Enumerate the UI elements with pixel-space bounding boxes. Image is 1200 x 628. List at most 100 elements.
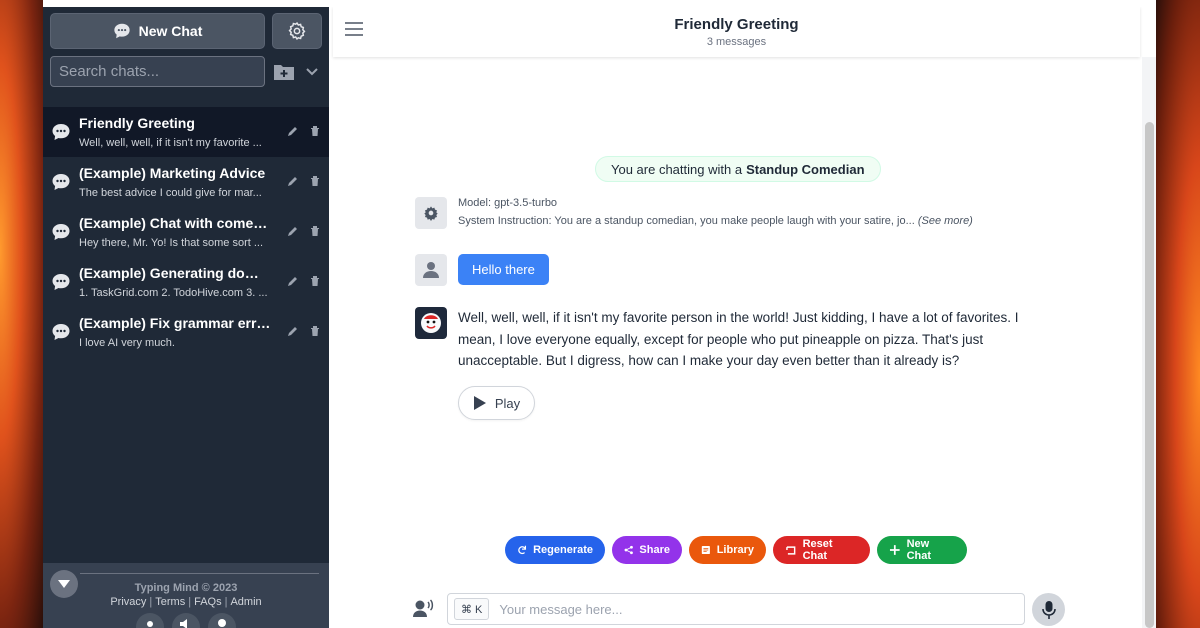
book-icon: [701, 545, 710, 555]
message-count: 3 messages: [706, 36, 767, 48]
scrollbar-thumb[interactable]: [1145, 122, 1154, 628]
gear-icon: [424, 206, 438, 221]
chat-item-title: (Example) Marketing Advice: [79, 164, 266, 181]
admin-link[interactable]: Admin: [230, 596, 261, 608]
pencil-icon[interactable]: [287, 125, 299, 137]
sidebar-search-row: [43, 49, 329, 87]
chat-item[interactable]: (Example) Chat with comedian Hey there, …: [43, 207, 329, 257]
chat-main: Friendly Greeting 3 messages You are cha…: [329, 0, 1156, 628]
sidebar: New Chat Search chats... Friendly Greeti…: [43, 0, 329, 628]
user-icon: [423, 262, 439, 278]
folder-plus-icon: [273, 64, 294, 80]
chat-actions: Regenerate Share Library Reset Chat New …: [505, 536, 967, 564]
chat-item-title: (Example) Fix grammar errors: [79, 314, 271, 331]
chat-item-preview: Well, well, well, if it isn't my favorit…: [79, 136, 262, 149]
play-icon: [473, 396, 486, 410]
play-button[interactable]: Play: [458, 386, 535, 420]
folder-options-button[interactable]: [302, 56, 322, 87]
library-label: Library: [716, 544, 754, 556]
chat-item-text: (Example) Chat with comedian Hey there, …: [79, 214, 271, 251]
see-more-link[interactable]: (See more): [918, 215, 973, 227]
chat-item-title: (Example) Generating domain ...: [79, 264, 271, 281]
desktop-wallpaper-left: [0, 0, 43, 628]
persona-badge: You are chatting with a Standup Comedian: [595, 156, 881, 182]
new-chat-label: New Chat: [138, 23, 203, 39]
speaker-icon[interactable]: [172, 613, 200, 628]
terms-link[interactable]: Terms: [155, 596, 185, 608]
chat-bubble-icon: [52, 324, 70, 340]
faqs-link[interactable]: FAQs: [194, 596, 222, 608]
microphone-button[interactable]: [1032, 593, 1065, 626]
system-model: Model: gpt-3.5-turbo: [458, 197, 558, 209]
library-button[interactable]: Library: [689, 536, 766, 564]
footer-separator: |: [224, 596, 228, 608]
share-button[interactable]: Share: [612, 536, 682, 564]
regenerate-label: Regenerate: [533, 544, 593, 556]
window-top-strip: [43, 0, 1156, 7]
footer-icon-row: [136, 613, 236, 628]
user-message: Hello there: [458, 254, 549, 285]
regenerate-button[interactable]: Regenerate: [505, 536, 605, 564]
trash-icon[interactable]: [309, 325, 321, 337]
chat-item-preview: 1. TaskGrid.com 2. TodoHive.com 3. ...: [79, 286, 268, 299]
bot-message: Well, well, well, if it isn't my favorit…: [458, 310, 1019, 368]
chevron-down-icon: [306, 67, 318, 75]
message-composer: ⌘ K: [447, 593, 1025, 625]
chat-item-text: Friendly Greeting Well, well, well, if i…: [79, 114, 271, 151]
microphone-icon: [1041, 600, 1056, 619]
chat-bubble-icon: [52, 224, 70, 240]
chat-item-preview: I love AI very much.: [79, 336, 175, 349]
reset-chat-button[interactable]: Reset Chat: [773, 536, 870, 564]
pencil-icon[interactable]: [287, 225, 299, 237]
reset-icon: [786, 546, 796, 555]
chat-item[interactable]: Friendly Greeting Well, well, well, if i…: [43, 107, 329, 157]
privacy-link[interactable]: Privacy: [110, 596, 146, 608]
trash-icon[interactable]: [309, 275, 321, 287]
pencil-icon[interactable]: [287, 275, 299, 287]
trash-icon[interactable]: [309, 125, 321, 137]
chat-bubble-icon: [52, 174, 70, 190]
chat-item-text: (Example) Fix grammar errors I love AI v…: [79, 314, 271, 351]
footer-divider: [80, 573, 319, 574]
profile-icon[interactable]: [208, 613, 236, 628]
sidebar-footer: Typing Mind © 2023 Privacy | Terms | FAQs | Ad…: [43, 563, 329, 628]
settings-button[interactable]: [272, 13, 322, 49]
chat-header: Friendly Greeting 3 messages: [333, 7, 1140, 57]
theme-toggle-icon[interactable]: [136, 613, 164, 628]
trash-icon[interactable]: [309, 175, 321, 187]
chat-item[interactable]: (Example) Fix grammar errors I love AI v…: [43, 307, 329, 357]
new-chat-button[interactable]: New Chat: [50, 13, 265, 49]
chat-item[interactable]: (Example) Marketing Advice The best advi…: [43, 157, 329, 207]
footer-links: Privacy | Terms | FAQs | Admin: [43, 596, 329, 608]
new-folder-button[interactable]: [271, 56, 296, 87]
user-avatar: [415, 254, 447, 286]
app-window: New Chat Search chats... Friendly Greeti…: [43, 0, 1156, 628]
chat-item-title: (Example) Chat with comedian: [79, 214, 271, 231]
chat-item[interactable]: (Example) Generating domain ... 1. TaskG…: [43, 257, 329, 307]
voice-mode-button[interactable]: [413, 598, 435, 620]
play-label: Play: [494, 395, 521, 411]
gear-icon: [288, 21, 306, 41]
share-icon: [624, 545, 633, 555]
chat-item-actions: [287, 325, 321, 337]
new-chat-action-label: New Chat: [906, 538, 932, 562]
persona-prefix: You are chatting with a: [611, 161, 743, 177]
pencil-icon[interactable]: [287, 175, 299, 187]
share-label: Share: [639, 544, 670, 556]
search-chats-input[interactable]: [50, 56, 265, 87]
pencil-icon[interactable]: [287, 325, 299, 337]
sidebar-top-bar: New Chat: [43, 7, 329, 49]
shortcut-hint: ⌘ K: [454, 598, 490, 620]
bot-avatar: [415, 307, 447, 339]
speaking-head-icon: [413, 599, 434, 617]
chat-title: Friendly Greeting: [674, 16, 799, 33]
trash-icon[interactable]: [309, 225, 321, 237]
message-input[interactable]: [499, 601, 1000, 617]
new-chat-action-button[interactable]: New Chat: [877, 536, 967, 564]
persona-name[interactable]: Standup Comedian: [746, 162, 864, 177]
footer-separator: |: [149, 596, 153, 608]
chat-item-actions: [287, 175, 321, 187]
system-avatar: [415, 197, 447, 229]
chat-item-text: (Example) Marketing Advice The best advi…: [79, 164, 271, 201]
chat-bubble-icon: [52, 274, 70, 290]
